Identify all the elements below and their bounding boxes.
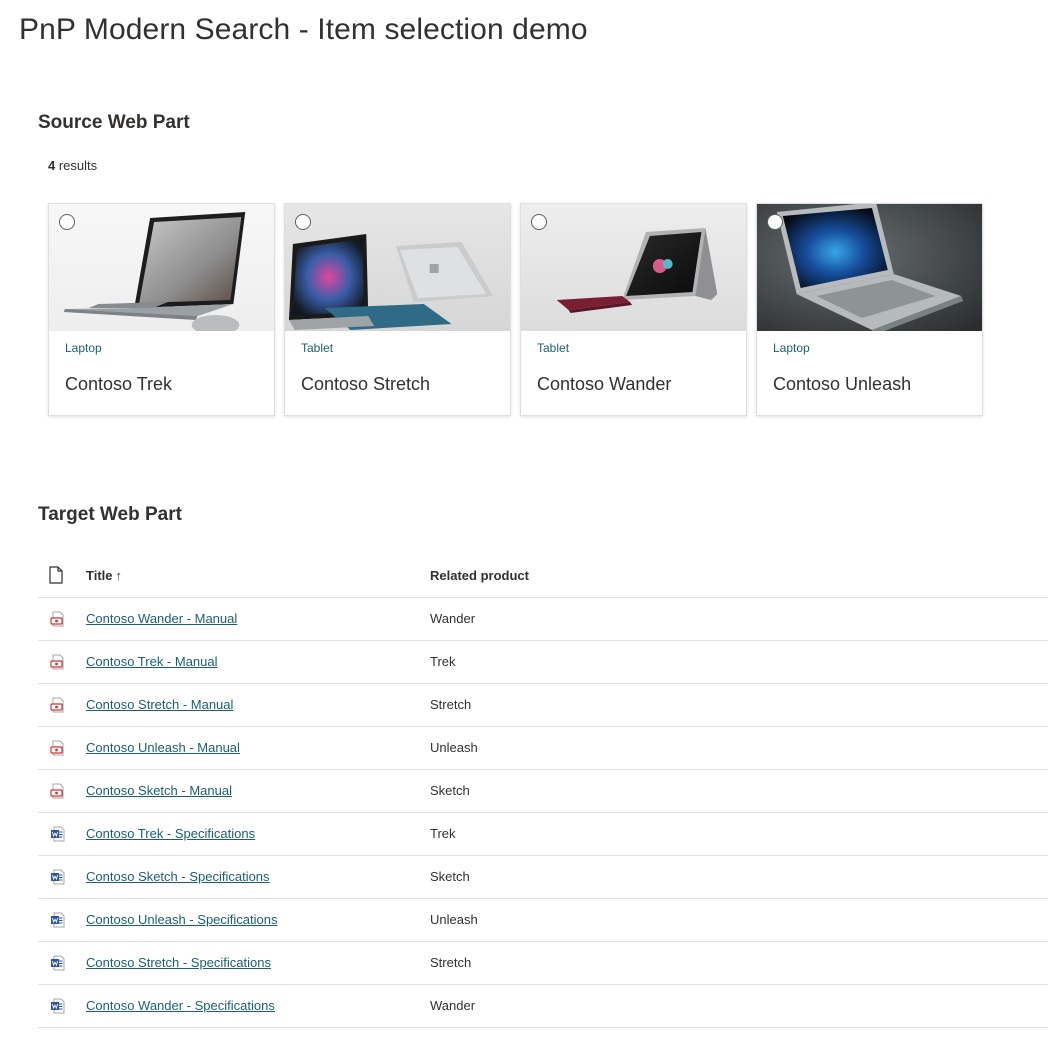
pdf-icon [50, 740, 64, 756]
product-image-tablet-wander [521, 204, 746, 331]
documents-table: Title ↑ Related product Contoso Wander - … [38, 555, 1048, 1028]
table-row: Contoso Sketch - Specifications Sketch [38, 856, 1048, 899]
document-link[interactable]: Contoso Trek - Manual [86, 654, 218, 669]
table-row: Contoso Trek - Manual Trek [38, 641, 1048, 684]
column-header-related-product[interactable]: Related product [430, 568, 529, 583]
document-link[interactable]: Contoso Stretch - Manual [86, 697, 233, 712]
related-product-cell: Trek [430, 654, 456, 669]
card-title: Contoso Unleash [773, 374, 912, 394]
product-card-wander[interactable]: Tablet Contoso Wander [520, 203, 747, 416]
product-card-stretch[interactable]: Tablet Contoso Stretch [284, 203, 511, 416]
related-product-cell: Unleash [430, 740, 478, 755]
column-header-title[interactable]: Title ↑ [86, 568, 122, 583]
pdf-icon [50, 654, 64, 670]
card-category: Tablet [301, 341, 334, 355]
select-radio-unleash[interactable] [767, 214, 783, 230]
table-header: Title ↑ Related product [38, 555, 1048, 598]
related-product-cell: Wander [430, 998, 476, 1013]
product-card-trek[interactable]: Laptop Contoso Trek [48, 203, 275, 416]
pdf-icon [50, 611, 64, 627]
document-link[interactable]: Contoso Sketch - Manual [86, 783, 232, 798]
related-product-cell: Unleash [430, 912, 478, 927]
results-count: 4 results [48, 158, 97, 173]
word-icon [51, 869, 65, 885]
word-icon [51, 912, 65, 928]
product-image-laptop-trek [49, 204, 274, 331]
card-title: Contoso Trek [65, 374, 173, 394]
pdf-icon [50, 783, 64, 799]
pdf-icon [50, 697, 64, 713]
table-row: Contoso Wander - Specifications Wander [38, 985, 1048, 1028]
table-row: Contoso Wander - Manual Wander [38, 598, 1048, 641]
product-card-unleash[interactable]: Laptop Contoso Unleash [756, 203, 983, 416]
product-cards: Laptop Contoso Trek Tablet Contoso Stret… [48, 203, 983, 416]
select-radio-trek[interactable] [59, 214, 75, 230]
document-link[interactable]: Contoso Sketch - Specifications [86, 869, 270, 884]
product-image-laptop-unleash [757, 204, 982, 331]
document-link[interactable]: Contoso Unleash - Manual [86, 740, 240, 755]
table-row: Contoso Unleash - Specifications Unleash [38, 899, 1048, 942]
source-web-part-title: Source Web Part [38, 112, 190, 133]
select-radio-wander[interactable] [531, 214, 547, 230]
table-row: Contoso Stretch - Manual Stretch [38, 684, 1048, 727]
page-title: PnP Modern Search - Item selection demo [19, 13, 588, 46]
table-row: Contoso Sketch - Manual Sketch [38, 770, 1048, 813]
related-product-cell: Sketch [430, 869, 470, 884]
related-product-cell: Sketch [430, 783, 470, 798]
word-icon [51, 955, 65, 971]
select-radio-stretch[interactable] [295, 214, 311, 230]
document-link[interactable]: Contoso Wander - Manual [86, 611, 237, 626]
column-header-title-label: Title [86, 568, 113, 583]
word-icon [51, 826, 65, 842]
card-category: Laptop [65, 341, 102, 355]
card-title: Contoso Stretch [301, 374, 431, 394]
card-category: Tablet [537, 341, 570, 355]
related-product-cell: Wander [430, 611, 476, 626]
document-link[interactable]: Contoso Trek - Specifications [86, 826, 255, 841]
document-link[interactable]: Contoso Unleash - Specifications [86, 912, 278, 927]
document-link[interactable]: Contoso Wander - Specifications [86, 998, 275, 1013]
target-web-part-title: Target Web Part [38, 504, 182, 525]
card-category: Laptop [773, 341, 810, 355]
product-image-tablet-stretch [285, 204, 510, 331]
table-row: Contoso Unleash - Manual Unleash [38, 727, 1048, 770]
results-count-label: results [55, 158, 98, 173]
table-row: Contoso Stretch - Specifications Stretch [38, 942, 1048, 985]
word-icon [51, 998, 65, 1014]
related-product-cell: Stretch [430, 955, 472, 970]
sort-ascending-icon: ↑ [115, 568, 123, 583]
table-row: Contoso Trek - Specifications Trek [38, 813, 1048, 856]
related-product-cell: Trek [430, 826, 456, 841]
card-title: Contoso Wander [537, 374, 672, 394]
related-product-cell: Stretch [430, 697, 472, 712]
document-type-icon [49, 566, 63, 584]
document-link[interactable]: Contoso Stretch - Specifications [86, 955, 271, 970]
